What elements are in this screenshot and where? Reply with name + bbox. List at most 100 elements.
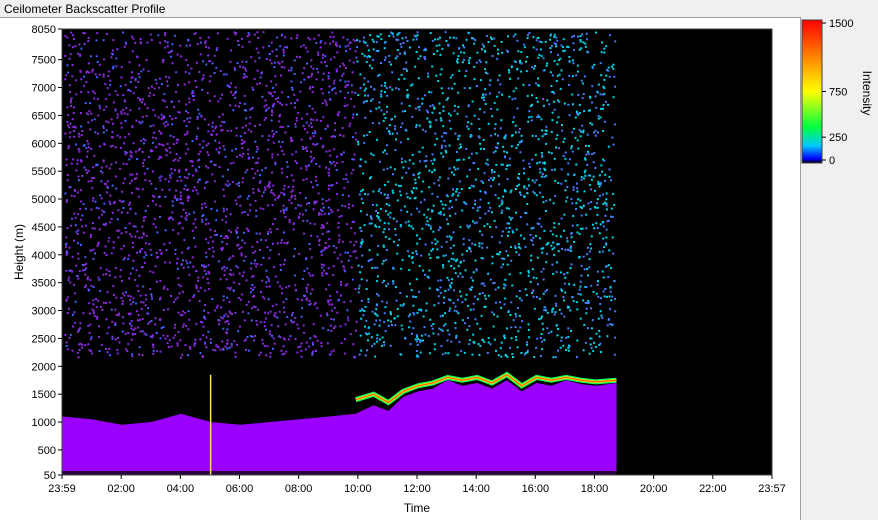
noise-dot <box>276 316 279 319</box>
noise-dot <box>549 38 552 41</box>
noise-dot <box>419 55 422 58</box>
noise-dot <box>125 291 127 294</box>
y-axis-label: Height (m) <box>12 224 26 280</box>
noise-dot <box>477 206 480 209</box>
noise-dot <box>183 83 186 86</box>
noise-dot <box>182 259 184 262</box>
noise-dot <box>439 226 442 229</box>
noise-dot <box>137 314 140 317</box>
noise-dot <box>84 102 87 105</box>
noise-dot <box>138 64 141 67</box>
noise-dot <box>506 327 508 330</box>
noise-dot <box>609 290 612 293</box>
noise-dot <box>415 51 418 53</box>
noise-dot <box>228 258 230 261</box>
noise-dot <box>517 50 520 53</box>
noise-dot <box>222 295 225 298</box>
noise-dot <box>494 150 497 153</box>
noise-dot <box>471 353 474 356</box>
noise-dot <box>373 323 376 326</box>
noise-dot <box>424 47 427 50</box>
noise-dot <box>168 339 171 342</box>
noise-dot <box>305 258 308 261</box>
noise-dot <box>284 323 287 326</box>
noise-dot <box>284 36 287 39</box>
noise-dot <box>202 334 205 337</box>
noise-dot <box>466 250 468 253</box>
noise-dot <box>129 233 132 236</box>
noise-dot <box>294 122 297 125</box>
noise-dot <box>476 51 479 54</box>
noise-dot <box>546 62 549 65</box>
noise-dot <box>328 98 331 101</box>
noise-dot <box>577 198 580 201</box>
noise-dot <box>219 316 222 319</box>
noise-dot <box>154 78 157 81</box>
noise-dot <box>383 312 386 315</box>
noise-dot <box>100 180 103 183</box>
noise-dot <box>196 42 199 45</box>
noise-dot <box>124 177 126 180</box>
noise-dot <box>279 45 282 48</box>
noise-dot <box>241 239 244 242</box>
noise-dot <box>583 268 586 271</box>
noise-dot <box>312 67 315 70</box>
noise-dot <box>218 323 220 326</box>
noise-dot <box>269 59 272 62</box>
noise-dot <box>340 281 342 284</box>
noise-dot <box>196 192 199 195</box>
noise-dot <box>237 105 240 108</box>
noise-dot <box>268 333 271 336</box>
noise-dot <box>541 322 544 325</box>
noise-dot <box>476 322 479 325</box>
noise-dot <box>472 340 475 343</box>
noise-dot <box>431 111 434 114</box>
noise-dot <box>315 175 317 178</box>
noise-dot <box>433 169 436 172</box>
noise-dot <box>501 163 504 166</box>
noise-dot <box>500 211 503 214</box>
noise-dot <box>347 195 350 197</box>
noise-dot <box>320 61 323 64</box>
noise-dot <box>173 106 176 109</box>
colorbar[interactable] <box>801 19 823 164</box>
noise-dot <box>411 251 414 254</box>
noise-dot <box>207 46 210 49</box>
noise-dot <box>172 159 175 162</box>
noise-dot <box>397 32 400 35</box>
noise-dot <box>423 213 426 216</box>
noise-dot <box>439 213 442 216</box>
noise-dot <box>224 345 227 348</box>
noise-dot <box>249 209 251 212</box>
noise-dot <box>171 43 174 46</box>
noise-dot <box>556 63 559 66</box>
noise-dot <box>258 174 261 177</box>
noise-dot <box>275 97 278 100</box>
noise-dot <box>578 256 580 259</box>
noise-dot <box>223 315 226 318</box>
noise-dot <box>217 100 220 103</box>
noise-dot <box>112 122 115 125</box>
noise-dot <box>70 194 73 197</box>
noise-dot <box>402 41 405 44</box>
noise-dot <box>594 167 597 169</box>
noise-dot <box>589 109 591 112</box>
noise-dot <box>614 40 617 43</box>
noise-dot <box>150 39 153 41</box>
noise-dot <box>80 112 82 115</box>
noise-dot <box>363 36 366 39</box>
noise-dot <box>67 145 70 147</box>
noise-dot <box>520 141 523 143</box>
noise-dot <box>612 96 615 99</box>
noise-dot <box>473 65 476 68</box>
noise-dot <box>93 97 96 100</box>
noise-dot <box>589 122 592 125</box>
noise-dot <box>105 129 108 132</box>
noise-dot <box>407 315 410 318</box>
noise-dot <box>270 80 272 83</box>
noise-dot <box>596 206 599 209</box>
noise-dot <box>164 40 167 43</box>
noise-dot <box>256 308 259 311</box>
noise-dot <box>581 82 584 85</box>
noise-dot <box>589 95 591 98</box>
